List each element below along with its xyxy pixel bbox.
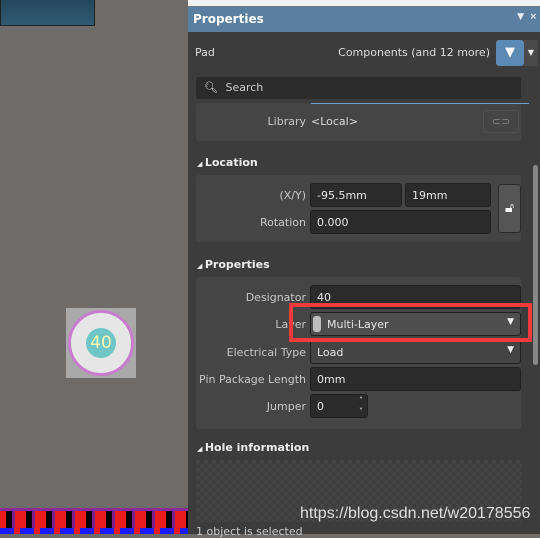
filter-button[interactable]: ▼ [496,40,524,66]
x-input[interactable]: -95.5mm [310,183,402,207]
scrollbar[interactable] [533,165,538,365]
electrical-type-label: Electrical Type [226,346,306,359]
electrical-type-value: Load [317,346,344,359]
search-icon: 🔍︎ [204,81,218,94]
close-icon[interactable]: × [529,12,537,22]
panel-menu-icon[interactable]: ▼ [517,12,524,22]
link-icon: ⊂⊃ [491,115,511,128]
pcb-pad[interactable]: 40 [66,308,136,378]
properties-header[interactable]: Properties [197,258,270,271]
rotation-input[interactable]: 0.000 [310,210,491,234]
unlock-icon: 🔓︎ [504,200,515,216]
filter-dropdown[interactable]: ▼ [524,40,538,66]
properties-panel: Properties ▼ × Pad Components (and 12 mo… [188,0,540,538]
y-input[interactable]: 19mm [405,183,491,207]
library-label: Library [267,115,306,128]
rotation-label: Rotation [259,216,306,229]
search-placeholder: Search [225,81,264,94]
electrical-type-dropdown[interactable]: Load ▼ [310,340,521,364]
lock-button[interactable]: 🔓︎ [498,184,521,233]
pcb-component-strip [0,508,188,534]
stepper-arrows-icon[interactable]: ˄ ˅ [359,395,363,417]
filter-summary[interactable]: Components (and 12 more) [338,46,490,59]
link-button[interactable]: ⊂⊃ [483,110,519,133]
object-type: Pad [195,46,215,59]
hole-information-header[interactable]: Hole information [197,441,310,454]
canvas-object [0,0,95,26]
pin-package-length-input[interactable]: 0mm [310,367,521,391]
panel-title-bar: Properties ▼ × [188,7,540,32]
filter-icon: ▼ [505,45,515,60]
library-section: Library <Local> ⊂⊃ [196,103,529,141]
properties-section: Designator 40 Layer Multi-Layer ▼ Electr… [196,277,521,429]
jumper-value: 0 [317,400,324,413]
search-input[interactable]: 🔍︎ Search [196,77,521,99]
location-section: (X/Y) -95.5mm 19mm Rotation 0.000 🔓︎ [196,175,521,242]
pad-designator: 40 [86,328,116,358]
chevron-down-icon: ▼ [527,48,535,57]
jumper-stepper[interactable]: 0 ˄ ˅ [310,394,368,418]
xy-label: (X/Y) [279,189,306,202]
status-text: 1 object is selected [196,525,303,538]
chevron-down-icon: ▼ [507,345,514,355]
panel-title: Properties [193,12,264,26]
pin-package-length-label: Pin Package Length [199,373,306,386]
jumper-label: Jumper [266,400,306,413]
library-value: <Local> [311,115,358,128]
location-header[interactable]: Location [197,156,258,169]
highlight-box [289,303,532,342]
watermark: https://blog.csdn.net/w20178556 [300,505,531,522]
